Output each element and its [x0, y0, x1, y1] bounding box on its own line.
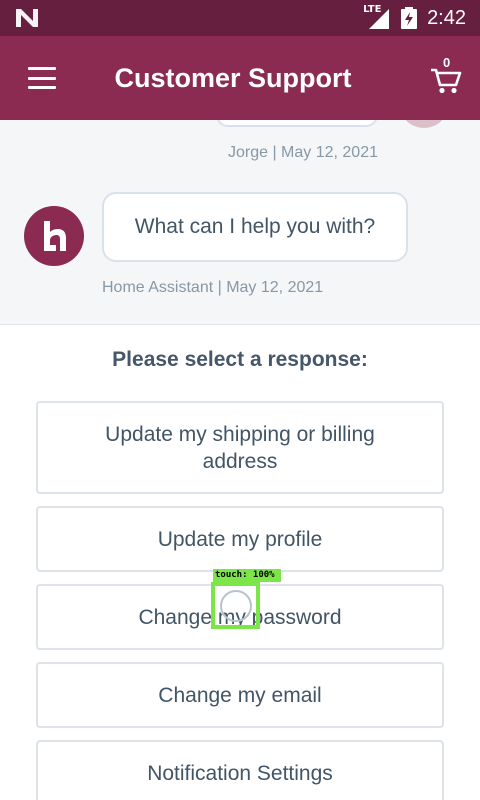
home-assistant-logo-icon — [44, 221, 66, 251]
shopping-cart-button[interactable]: 0 — [430, 55, 462, 95]
user-message-bubble — [216, 120, 378, 127]
status-left — [14, 7, 40, 29]
user-message-meta: Jorge | May 12, 2021 — [227, 144, 378, 161]
n-logo-icon — [16, 9, 38, 27]
status-time: 2:42 — [427, 6, 466, 29]
cart-count-badge: 0 — [443, 55, 451, 70]
bot-message-meta: Home Assistant | May 12, 2021 — [102, 279, 324, 296]
page-title: Customer Support — [114, 62, 352, 93]
touch-indicator-label: touch: 100% — [213, 569, 281, 582]
bot-message-bubble: What can I help you with? — [102, 192, 408, 262]
user-avatar — [398, 120, 450, 128]
response-prompt-title: Please select a response: — [112, 348, 368, 371]
response-option-update-profile[interactable]: Update my profile — [36, 506, 444, 572]
touch-indicator-box — [211, 582, 260, 629]
battery-charging-icon — [401, 7, 418, 29]
chat-thread: Jorge | May 12, 2021 What can I help you… — [0, 120, 480, 325]
status-right: LTE 2:42 — [361, 4, 466, 31]
status-bar: LTE 2:42 — [0, 0, 480, 36]
response-option-update-address[interactable]: Update my shipping or billing address — [36, 401, 444, 494]
response-option-change-email[interactable]: Change my email — [36, 662, 444, 728]
signal-icon: LTE — [361, 4, 391, 31]
hamburger-menu-icon[interactable] — [28, 67, 56, 89]
app-bar: Customer Support 0 — [0, 36, 480, 120]
bot-avatar — [24, 206, 84, 266]
response-option-notification-settings[interactable]: Notification Settings — [36, 740, 444, 800]
